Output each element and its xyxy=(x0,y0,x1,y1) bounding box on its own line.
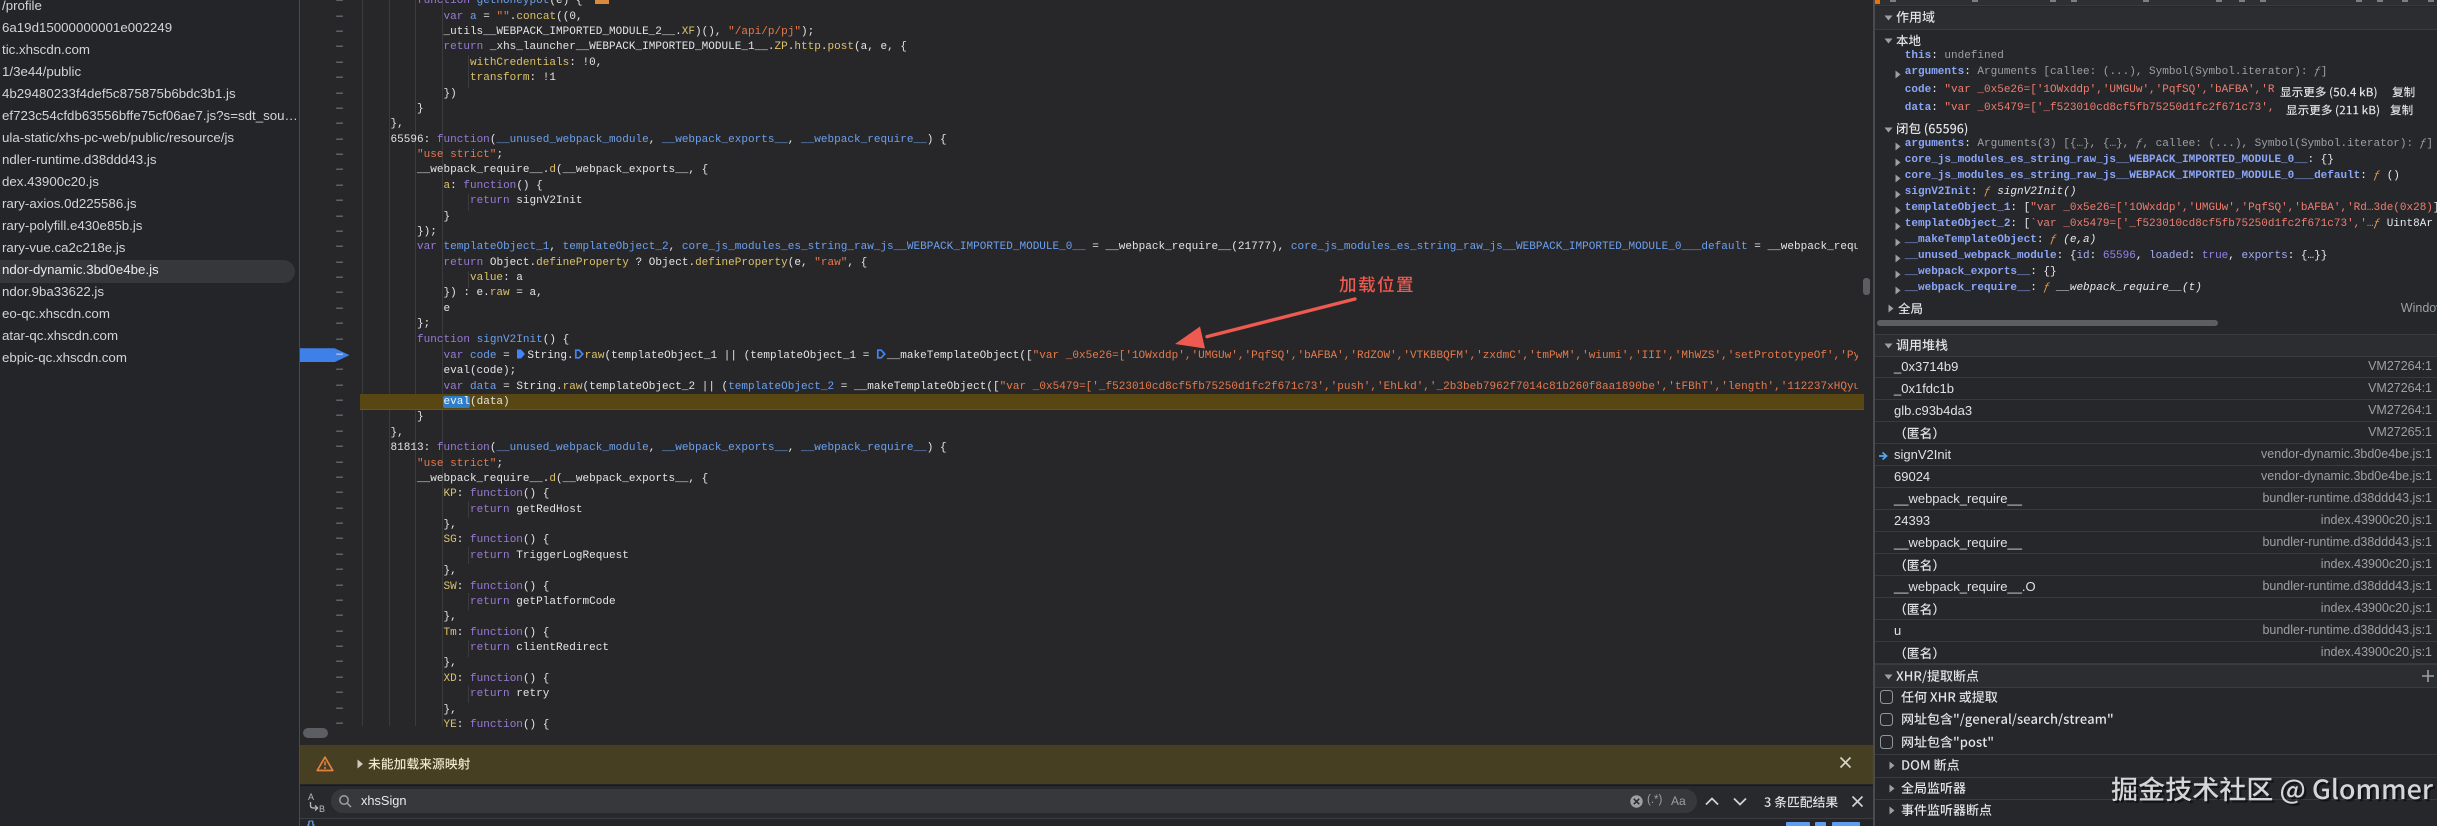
svg-text:A: A xyxy=(308,792,314,802)
svg-text:B: B xyxy=(319,804,325,813)
